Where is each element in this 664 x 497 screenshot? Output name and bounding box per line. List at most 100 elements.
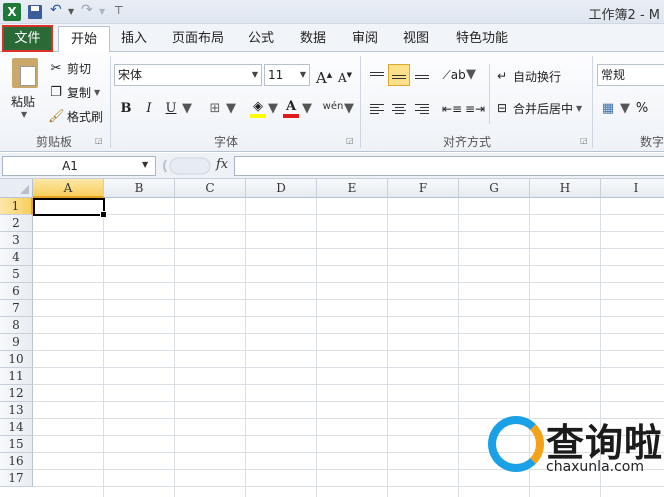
column-header[interactable]: C <box>175 179 246 198</box>
number-format-select[interactable]: 常规 <box>597 64 664 86</box>
formula-input[interactable] <box>234 156 664 176</box>
shrink-font-button[interactable]: A▼ <box>336 64 354 86</box>
row-header[interactable]: 3 <box>0 232 33 249</box>
alignment-launcher-icon[interactable]: ◲ <box>580 136 588 145</box>
tab-review[interactable]: 审阅 <box>344 26 386 52</box>
format-painter-button[interactable]: 🖌 格式刷 <box>48 106 103 126</box>
insert-function-icon[interactable]: fx <box>216 157 228 172</box>
phonetic-dropdown-icon[interactable]: ▼ <box>344 98 354 120</box>
row-header[interactable]: 14 <box>0 419 33 436</box>
tab-formulas[interactable]: 公式 <box>240 26 282 52</box>
increase-indent-icon[interactable]: ≡⇥ <box>465 98 485 120</box>
orientation-icon[interactable]: ⟋ab <box>442 64 466 86</box>
row-header[interactable]: 7 <box>0 300 33 317</box>
row-header[interactable]: 5 <box>0 266 33 283</box>
font-color-icon[interactable]: A <box>282 96 300 118</box>
scissors-icon: ✂ <box>50 60 62 76</box>
name-box[interactable]: A1 <box>2 156 156 176</box>
paste-button[interactable]: 粘贴 <box>11 93 35 110</box>
decrease-indent-icon[interactable]: ⇤≡ <box>442 98 462 120</box>
underline-button[interactable]: U <box>162 98 180 120</box>
currency-icon[interactable]: ▦ <box>598 98 618 120</box>
row-header[interactable]: 15 <box>0 436 33 453</box>
column-header[interactable]: E <box>317 179 388 198</box>
merge-center-button[interactable]: ⊟ 合并后居中 ▼ <box>494 98 582 118</box>
name-box-dropdown-icon[interactable]: ▼ <box>142 160 148 169</box>
tab-file[interactable]: 文件 <box>2 25 53 52</box>
row-header[interactable]: 10 <box>0 351 33 368</box>
font-launcher-icon[interactable]: ◲ <box>346 136 354 145</box>
align-bottom-icon[interactable] <box>411 64 433 86</box>
cut-button[interactable]: ✂ 剪切 <box>48 58 91 78</box>
align-center-icon[interactable] <box>388 98 410 120</box>
undo-icon[interactable]: ↶ <box>50 2 62 18</box>
align-right-icon[interactable] <box>411 98 433 120</box>
chevron-down-icon: ▼ <box>251 70 258 79</box>
align-left-icon[interactable] <box>366 98 388 120</box>
tab-data[interactable]: 数据 <box>292 26 334 52</box>
row-header[interactable]: 17 <box>0 470 33 487</box>
row-header[interactable]: 1 <box>0 198 33 215</box>
tab-view[interactable]: 视图 <box>395 26 437 52</box>
paste-icon[interactable] <box>12 58 38 88</box>
merge-icon: ⊟ <box>496 101 508 115</box>
grow-font-button[interactable]: A▲ <box>314 64 334 87</box>
font-size-select[interactable]: 11 ▼ <box>264 64 310 86</box>
fill-color-dropdown-icon[interactable]: ▼ <box>268 98 278 120</box>
merge-dropdown-icon[interactable]: ▼ <box>576 104 582 113</box>
active-cell[interactable] <box>33 198 107 218</box>
magnifier-logo-icon <box>488 416 544 472</box>
tab-special[interactable]: 特色功能 <box>446 26 518 52</box>
wrap-text-icon: ↵ <box>496 69 508 83</box>
row-header[interactable]: 8 <box>0 317 33 334</box>
tab-page-layout[interactable]: 页面布局 <box>166 26 230 52</box>
select-all-button[interactable] <box>0 179 33 198</box>
column-header[interactable]: D <box>246 179 317 198</box>
row-header[interactable]: 12 <box>0 385 33 402</box>
brush-icon: 🖌 <box>48 108 65 124</box>
italic-button[interactable]: I <box>140 98 158 120</box>
tab-insert[interactable]: 插入 <box>112 26 156 52</box>
align-top-icon[interactable] <box>366 64 388 86</box>
row-header[interactable]: 9 <box>0 334 33 351</box>
copy-dropdown-icon[interactable]: ▼ <box>94 88 100 97</box>
row-header[interactable]: 2 <box>0 215 33 232</box>
copy-button[interactable]: ❐ 复制 ▼ <box>48 82 100 102</box>
tab-home[interactable]: 开始 <box>58 26 110 53</box>
border-dropdown-icon[interactable]: ▼ <box>226 98 236 120</box>
undo-dropdown-icon[interactable]: ▼ <box>68 7 74 16</box>
ribbon: 粘贴 ▼ ✂ 剪切 ❐ 复制 ▼ 🖌 格式刷 剪贴板 ◲ 宋体 ▼ 11 ▼ A… <box>0 52 664 152</box>
row-header[interactable]: 13 <box>0 402 33 419</box>
excel-icon[interactable]: X <box>3 3 21 21</box>
row-header[interactable]: 4 <box>0 249 33 266</box>
column-header[interactable]: I <box>601 179 664 198</box>
clipboard-launcher-icon[interactable]: ◲ <box>95 136 103 145</box>
customize-qat-icon[interactable]: ⊤ <box>114 4 124 17</box>
column-header[interactable]: G <box>459 179 530 198</box>
phonetic-icon[interactable]: wén <box>322 96 344 118</box>
bold-button[interactable]: B <box>116 98 136 120</box>
row-header[interactable]: 6 <box>0 283 33 300</box>
orientation-dropdown-icon[interactable]: ▼ <box>466 64 476 86</box>
currency-dropdown-icon[interactable]: ▼ <box>620 98 630 120</box>
column-header[interactable]: B <box>104 179 175 198</box>
row-header[interactable]: 11 <box>0 368 33 385</box>
border-icon[interactable]: ⊞ <box>206 98 224 120</box>
column-header[interactable]: F <box>388 179 459 198</box>
ribbon-tabs: 文件 开始 插入 页面布局 公式 数据 审阅 视图 特色功能 <box>0 24 664 53</box>
wrap-text-button[interactable]: ↵ 自动换行 <box>494 66 561 86</box>
redo-icon[interactable]: ↷ <box>81 2 93 18</box>
formula-bar: A1 ▼ fx <box>0 153 664 179</box>
font-family-select[interactable]: 宋体 ▼ <box>114 64 262 86</box>
font-color-dropdown-icon[interactable]: ▼ <box>302 98 312 120</box>
underline-dropdown-icon[interactable]: ▼ <box>182 98 192 120</box>
percent-button[interactable]: % <box>634 98 650 120</box>
column-header[interactable]: H <box>530 179 601 198</box>
row-header[interactable]: 16 <box>0 453 33 470</box>
redo-dropdown-icon[interactable]: ▼ <box>99 7 105 16</box>
save-icon[interactable] <box>28 5 42 19</box>
fill-color-icon[interactable]: ◈ <box>248 96 268 118</box>
align-middle-icon[interactable] <box>388 64 410 86</box>
column-header[interactable]: A <box>33 179 104 198</box>
paste-dropdown-icon[interactable]: ▼ <box>21 110 27 119</box>
